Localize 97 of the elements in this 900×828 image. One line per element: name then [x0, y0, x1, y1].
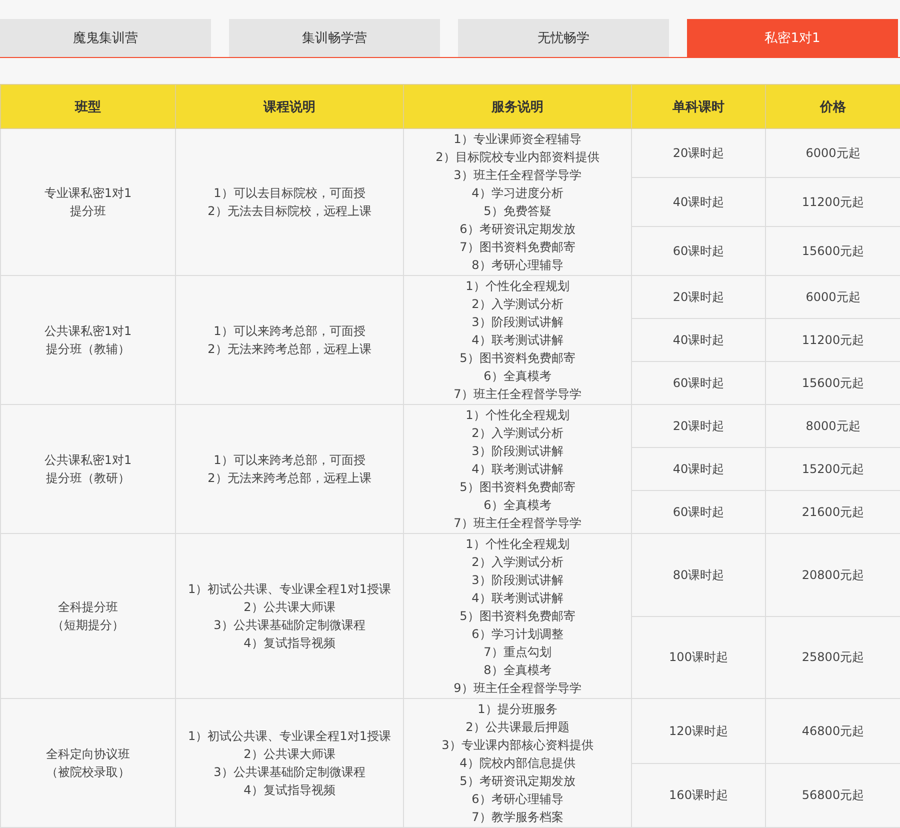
table-cell: 11200元起 [766, 318, 900, 362]
table-cell: 60课时起 [632, 362, 766, 404]
table-cell: 40课时起 [632, 448, 766, 490]
cell-text-line: 3）阶段测试讲解 [470, 443, 564, 460]
table-cell: 20课时起 [632, 276, 766, 318]
table-cell: 40课时起 [632, 318, 766, 362]
table-cell: 120课时起 [632, 698, 766, 763]
cell-text-line: 2）目标院校专业内部资料提供 [434, 149, 600, 166]
table-cell: 20课时起 [632, 128, 766, 178]
table-cell: 100课时起 [632, 616, 766, 698]
cell-text-line: 7）重点勾划 [482, 644, 552, 661]
cell-text-line: 提分班 [69, 203, 107, 220]
cell-text-line: 7）班主任全程督学导学 [452, 515, 582, 532]
table-cell: 15200元起 [766, 448, 900, 490]
cell-text-line: 4）联考测试讲解 [470, 590, 564, 607]
cell-text-line: 专业课私密1对1 [43, 185, 133, 202]
cell-text-line: 全科提分班 [57, 599, 119, 616]
table-cell: 60课时起 [632, 226, 766, 276]
cell-text-line: 6）全真模考 [482, 497, 552, 514]
cell-text-line: 1）个性化全程规划 [464, 407, 570, 424]
table-cell: 8000元起 [766, 404, 900, 448]
table-cell: 20课时起 [632, 404, 766, 448]
table-cell: 60课时起 [632, 490, 766, 534]
table-cell: 56800元起 [766, 763, 900, 828]
table-cell: 20800元起 [766, 534, 900, 616]
table-cell: 80课时起 [632, 534, 766, 616]
cell-text-line: 7）教学服务档案 [470, 809, 564, 826]
tab[interactable]: 魔鬼集训营 [0, 19, 211, 57]
cell-text-line: 2）入学测试分析 [470, 554, 564, 571]
cell-text-line: 3）专业课内部核心资料提供 [440, 737, 594, 754]
table-cell: 21600元起 [766, 490, 900, 534]
cell-text-line: 5）考研资讯定期发放 [458, 773, 576, 790]
table-cell: 25800元起 [766, 616, 900, 698]
cell-text-line: 4）学习进度分析 [470, 185, 564, 202]
cell-text-line: 3）班主任全程督学导学 [452, 167, 582, 184]
cell-text-line: 4）联考测试讲解 [470, 461, 564, 478]
table-cell: 6000元起 [766, 276, 900, 318]
cell-text-line: 5）图书资料免费邮寄 [458, 608, 576, 625]
table-cell: 11200元起 [766, 178, 900, 226]
column-header: 价格 [766, 84, 900, 128]
cell-text-line: 4）复试指导视频 [242, 635, 336, 652]
table-cell: 46800元起 [766, 698, 900, 763]
cell-text-line: 2）入学测试分析 [470, 425, 564, 442]
cell-text-line: 2）无法来跨考总部，远程上课 [206, 341, 372, 358]
cell-text-line: 6）全真模考 [482, 368, 552, 385]
cell-text-line: 提分班（教辅） [45, 341, 131, 358]
cell-text-line: 5）图书资料免费邮寄 [458, 479, 576, 496]
tab[interactable]: 无忧畅学 [458, 19, 669, 57]
table-cell: 40课时起 [632, 178, 766, 226]
cell-text-line: 5）图书资料免费邮寄 [458, 350, 576, 367]
cell-text-line: 2）入学测试分析 [470, 296, 564, 313]
tab[interactable]: 私密1对1 [687, 19, 898, 57]
cell-text-line: 6）学习计划调整 [470, 626, 564, 643]
cell-text-line: 1）个性化全程规划 [464, 278, 570, 295]
cell-text-line: 3）公共课基础阶定制微课程 [212, 764, 366, 781]
cell-text-line: 2）公共课最后押题 [464, 719, 570, 736]
column-header: 班型 [0, 84, 176, 128]
cell-text-line: 7）班主任全程督学导学 [452, 386, 582, 403]
cell-text-line: 4）院校内部信息提供 [458, 755, 576, 772]
cell-text-line: 全科定向协议班 [45, 746, 131, 763]
cell-text-line: 2）无法来跨考总部，远程上课 [206, 470, 372, 487]
cell-text-line: 3）阶段测试讲解 [470, 572, 564, 589]
table-cell: 15600元起 [766, 362, 900, 404]
cell-text-line: 1）初试公共课、专业课全程1对1授课 [187, 728, 392, 745]
table-cell: 15600元起 [766, 226, 900, 276]
cell-text-line: 1）可以来跨考总部，可面授 [212, 452, 366, 469]
cell-text-line: 2）无法去目标院校，远程上课 [206, 203, 372, 220]
cell-text-line: 3）阶段测试讲解 [470, 314, 564, 331]
cell-text-line: 2）公共课大师课 [242, 746, 336, 763]
cell-text-line: 1）提分班服务 [476, 701, 558, 718]
cell-text-line: 4）复试指导视频 [242, 782, 336, 799]
cell-text-line: 5）免费答疑 [482, 203, 552, 220]
cell-text-line: 1）专业课师资全程辅导 [452, 131, 582, 148]
cell-text-line: 1）可以来跨考总部，可面授 [212, 323, 366, 340]
cell-text-line: 8）全真模考 [482, 662, 552, 679]
cell-text-line: 9）班主任全程督学导学 [452, 680, 582, 697]
cell-text-line: 6）考研心理辅导 [470, 791, 564, 808]
cell-text-line: 3）公共课基础阶定制微课程 [212, 617, 366, 634]
cell-text-line: 2）公共课大师课 [242, 599, 336, 616]
table-cell: 6000元起 [766, 128, 900, 178]
cell-text-line: 4）联考测试讲解 [470, 332, 564, 349]
column-header: 服务说明 [404, 84, 632, 128]
cell-text-line: 7）图书资料免费邮寄 [458, 239, 576, 256]
cell-text-line: 1）初试公共课、专业课全程1对1授课 [187, 581, 392, 598]
cell-text-line: 6）考研资讯定期发放 [458, 221, 576, 238]
cell-text-line: 1）可以去目标院校，可面授 [212, 185, 366, 202]
table-cell: 160课时起 [632, 763, 766, 828]
cell-text-line: 1）个性化全程规划 [464, 536, 570, 553]
cell-text-line: （短期提分） [51, 617, 125, 634]
cell-text-line: 8）考研心理辅导 [470, 257, 564, 274]
cell-text-line: （被院校录取） [45, 764, 131, 781]
cell-text-line: 公共课私密1对1 [43, 452, 133, 469]
column-header: 单科课时 [632, 84, 766, 128]
column-header: 课程说明 [176, 84, 404, 128]
cell-text-line: 公共课私密1对1 [43, 323, 133, 340]
tab[interactable]: 集训畅学营 [229, 19, 440, 57]
cell-text-line: 提分班（教研） [45, 470, 131, 487]
